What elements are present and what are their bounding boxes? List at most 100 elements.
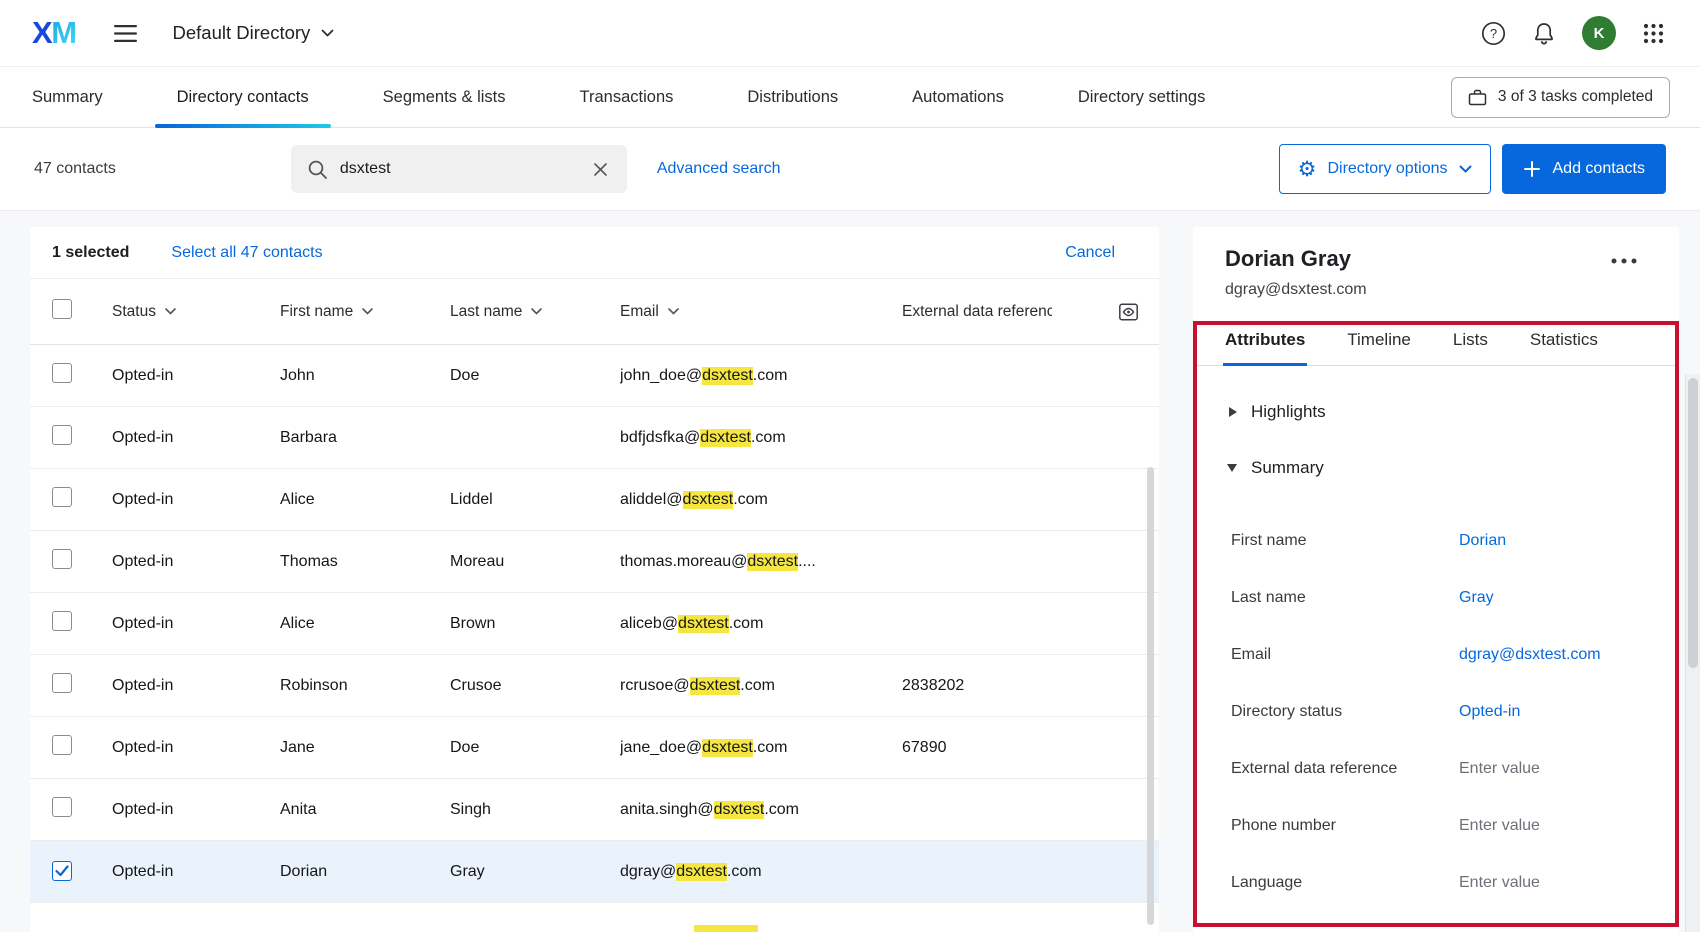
column-header-email[interactable]: Email: [620, 303, 902, 321]
add-contacts-label: Add contacts: [1552, 160, 1646, 177]
clear-search-icon[interactable]: [590, 159, 611, 180]
email-cell: thomas.moreau@dsxtest....: [620, 552, 902, 571]
table-scrollbar[interactable]: [1147, 467, 1154, 925]
search-box[interactable]: [290, 145, 627, 193]
attribute-value-language[interactable]: Enter value: [1459, 874, 1540, 892]
user-avatar[interactable]: K: [1582, 16, 1616, 50]
email-cell: aliddel@dsxtest.com: [620, 490, 902, 509]
tab-distributions[interactable]: Distributions: [725, 67, 860, 127]
help-icon[interactable]: ?: [1481, 21, 1506, 46]
search-highlight: dsxtest: [700, 428, 751, 447]
row-checkbox[interactable]: [52, 425, 72, 445]
add-contacts-button[interactable]: Add contacts: [1501, 144, 1666, 194]
attribute-value-email[interactable]: dgray@dsxtest.com: [1459, 646, 1601, 664]
row-checkbox[interactable]: [52, 363, 72, 383]
hamburger-menu-icon[interactable]: [110, 20, 141, 47]
more-options-icon[interactable]: [1609, 256, 1639, 266]
directory-options-label: Directory options: [1327, 160, 1448, 177]
row-checkbox[interactable]: [52, 611, 72, 631]
table-row[interactable]: Opted-in John Doe john_doe@dsxtest.com: [30, 345, 1159, 407]
search-highlight: dsxtest: [689, 676, 741, 695]
tasks-completed-button[interactable]: 3 of 3 tasks completed: [1450, 76, 1670, 118]
selection-bar: 1 selected Select all 47 contacts Cancel: [30, 227, 1159, 279]
table-row[interactable]: Opted-in Anita Singh anita.singh@dsxtest.co…: [30, 779, 1159, 841]
attribute-value-first-name[interactable]: Dorian: [1459, 532, 1506, 550]
first-name-cell: Robinson: [280, 676, 348, 694]
tab-directory-settings[interactable]: Directory settings: [1056, 67, 1227, 127]
email-cell: anita.singh@dsxtest.com: [620, 800, 902, 819]
search-highlight: dsxtest: [678, 614, 729, 633]
row-checkbox[interactable]: [52, 797, 72, 817]
attribute-label: Email: [1231, 645, 1272, 663]
email-cell: rcrusoe@dsxtest.com: [620, 676, 902, 695]
chevron-down-icon[interactable]: [362, 308, 374, 315]
attribute-value-phone-number[interactable]: Enter value: [1459, 817, 1540, 835]
select-all-checkbox[interactable]: [52, 299, 72, 319]
chevron-down-icon[interactable]: [667, 308, 679, 315]
column-header-label: External data reference: [902, 302, 1052, 320]
row-checkbox-cell: [50, 425, 112, 450]
email-prefix: aliddel@: [620, 490, 683, 508]
advanced-search-link[interactable]: Advanced search: [657, 160, 781, 178]
window-scrollbar[interactable]: [1685, 374, 1700, 932]
column-header-status[interactable]: Status: [112, 303, 280, 321]
attribute-value-last-name[interactable]: Gray: [1459, 589, 1494, 607]
row-checkbox[interactable]: [52, 487, 72, 507]
attribute-list: First name Dorian Last name Gray Email dgray@…: [1193, 512, 1679, 911]
column-header-first-name[interactable]: First name: [280, 303, 450, 321]
last-name-cell: Doe: [450, 366, 480, 384]
directory-options-button[interactable]: ⚙ Directory options: [1278, 144, 1491, 194]
table-row[interactable]: Opted-in Thomas Moreau thomas.moreau@dsxtes…: [30, 531, 1159, 593]
table-header: Status First name Last name Email External d…: [30, 279, 1159, 345]
row-checkbox[interactable]: [52, 861, 72, 881]
panel-tab-lists[interactable]: Lists: [1451, 324, 1490, 365]
xm-logo-x: X: [32, 15, 53, 50]
cancel-selection-link[interactable]: Cancel: [1065, 244, 1115, 262]
email-prefix: aliceb@: [620, 614, 679, 632]
row-checkbox-cell: [50, 797, 112, 822]
table-row[interactable]: Opted-in Jane Doe jane_doe@dsxtest.com 67890: [30, 717, 1159, 779]
attribute-row: Language Enter value: [1193, 854, 1679, 911]
column-header-external-data-reference[interactable]: External data reference: [902, 303, 1092, 321]
nav-tab-label: Directory contacts: [176, 87, 309, 106]
tab-automations[interactable]: Automations: [890, 67, 1026, 127]
first-name-cell: Jane: [280, 738, 315, 756]
notifications-bell-icon[interactable]: [1533, 21, 1555, 45]
contact-name: Dorian Gray: [1225, 246, 1351, 271]
panel-tab-attributes[interactable]: Attributes: [1223, 324, 1308, 366]
section-summary[interactable]: Summary: [1227, 458, 1679, 478]
row-checkbox[interactable]: [52, 549, 72, 569]
table-row[interactable]: Opted-in Alice Liddel aliddel@dsxtest.com: [30, 469, 1159, 531]
chevron-down-icon[interactable]: [165, 308, 176, 315]
search-input[interactable]: [339, 160, 578, 178]
tab-transactions[interactable]: Transactions: [558, 67, 696, 127]
tab-directory-contacts[interactable]: Directory contacts: [154, 67, 331, 128]
table-row[interactable]: Opted-in Dorian Gray dgray@dsxtest.com: [30, 841, 1159, 903]
window-scrollbar-thumb[interactable]: [1688, 378, 1698, 668]
tab-summary[interactable]: Summary: [32, 67, 125, 127]
column-header-last-name[interactable]: Last name: [450, 303, 620, 321]
email-prefix: john_doe@: [620, 366, 703, 384]
section-highlights[interactable]: Highlights: [1229, 402, 1679, 422]
row-checkbox[interactable]: [52, 673, 72, 693]
column-visibility-icon[interactable]: [1118, 302, 1139, 322]
panel-tab-statistics[interactable]: Statistics: [1528, 324, 1600, 365]
row-checkbox[interactable]: [52, 735, 72, 755]
email-prefix: dgray@: [620, 862, 677, 880]
table-row[interactable]: Opted-in Robinson Crusoe rcrusoe@dsxtest.co…: [30, 655, 1159, 717]
chevron-down-icon[interactable]: [531, 308, 543, 315]
email-suffix: .com: [726, 862, 762, 880]
attribute-row: First name Dorian: [1193, 512, 1679, 569]
last-name-cell: Crusoe: [450, 676, 502, 694]
first-name-cell: Alice: [280, 614, 315, 632]
attribute-value-directory-status[interactable]: Opted-in: [1459, 703, 1520, 721]
panel-tab-timeline[interactable]: Timeline: [1345, 324, 1413, 365]
attribute-value-external-data-reference[interactable]: Enter value: [1459, 760, 1540, 778]
email-suffix: .com: [733, 490, 768, 508]
table-row[interactable]: Opted-in Alice Brown aliceb@dsxtest.com: [30, 593, 1159, 655]
tab-segments-lists[interactable]: Segments & lists: [361, 67, 528, 127]
directory-selector[interactable]: Default Directory: [173, 22, 335, 44]
select-all-link[interactable]: Select all 47 contacts: [171, 244, 322, 262]
table-row[interactable]: Opted-in Barbara bdfjdsfka@dsxtest.com: [30, 407, 1159, 469]
apps-grid-icon[interactable]: [1643, 23, 1664, 44]
